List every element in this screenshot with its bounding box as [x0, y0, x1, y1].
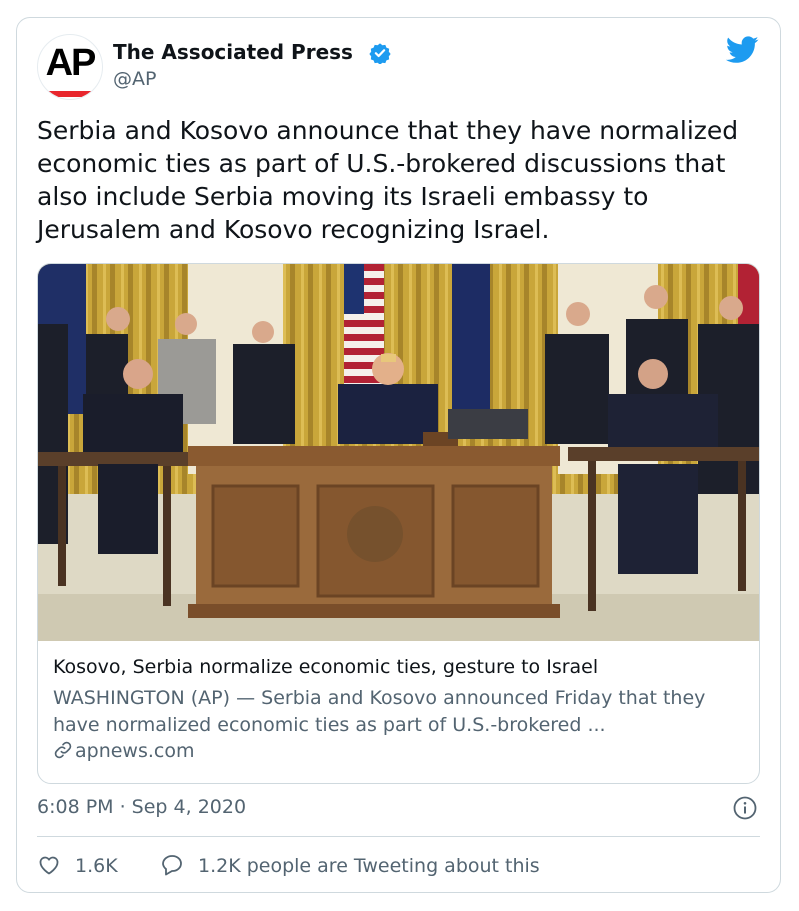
- author-name[interactable]: The Associated Press: [113, 40, 353, 64]
- link-card[interactable]: Kosovo, Serbia normalize economic ties, …: [37, 263, 760, 784]
- tweet-text: Serbia and Kosovo announce that they hav…: [37, 116, 739, 244]
- author-handle[interactable]: @AP: [113, 68, 156, 90]
- twitter-bird-icon[interactable]: [726, 36, 759, 64]
- verified-badge-icon: [369, 43, 391, 64]
- link-card-description: WASHINGTON (AP) — Serbia and Kosovo anno…: [53, 687, 706, 736]
- ap-logo-bar: [49, 91, 91, 97]
- speech-bubble-icon: [162, 855, 182, 876]
- divider: [37, 836, 760, 837]
- like-button[interactable]: 1.6K: [37, 853, 118, 877]
- tweet-timestamp[interactable]: 6:08 PM · Sep 4, 2020: [37, 796, 246, 818]
- heart-icon: [39, 856, 59, 875]
- article-photo[interactable]: [38, 264, 759, 641]
- conversation-text: 1.2K people are Tweeting about this: [198, 855, 540, 877]
- link-icon: [54, 741, 72, 759]
- ap-logo-text: AP: [45, 42, 97, 84]
- info-icon[interactable]: [733, 796, 757, 820]
- avatar[interactable]: AP: [37, 34, 103, 100]
- link-card-domain-text: apnews.com: [75, 740, 195, 762]
- link-card-title[interactable]: Kosovo, Serbia normalize economic ties, …: [53, 656, 598, 678]
- like-count: 1.6K: [75, 855, 118, 877]
- link-card-domain[interactable]: apnews.com: [53, 740, 195, 762]
- conversation-button[interactable]: 1.2K people are Tweeting about this: [160, 853, 540, 877]
